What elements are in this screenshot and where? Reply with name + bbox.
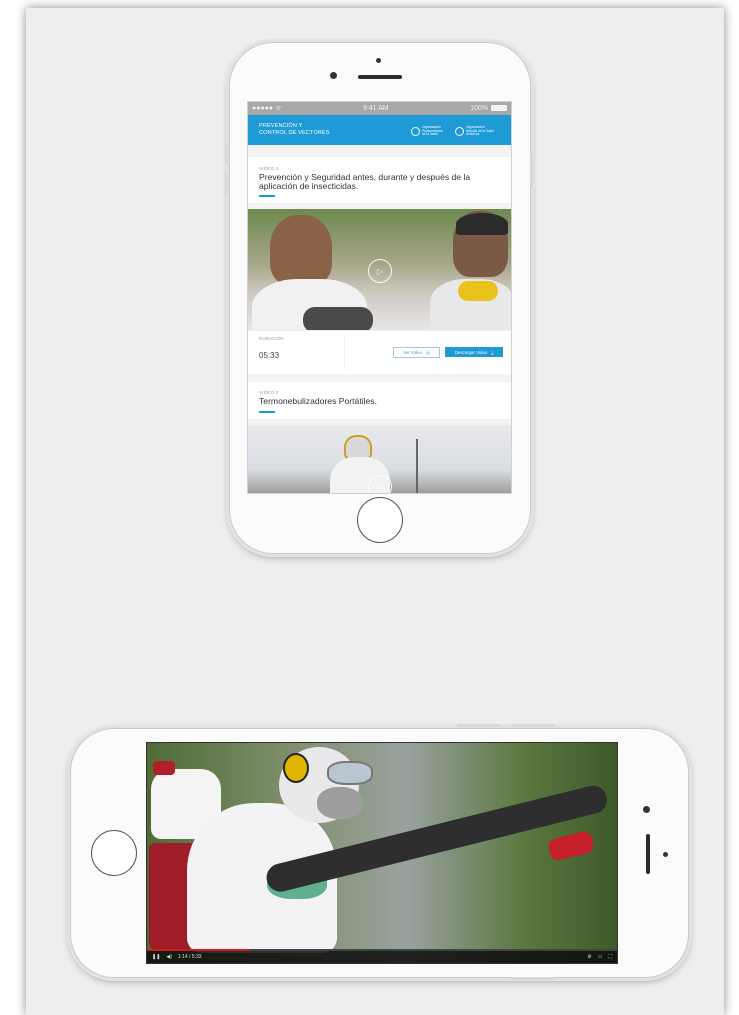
play-icon[interactable]: ▷: [368, 474, 392, 493]
play-icon[interactable]: ▷: [368, 259, 392, 284]
settings-icon[interactable]: ⚙: [587, 954, 591, 960]
volume-down-button: [225, 173, 228, 195]
tank-cap: [153, 761, 175, 775]
battery-indicator: 100%: [470, 105, 507, 112]
power-button: [530, 153, 533, 189]
duration-value: 05:33: [259, 351, 280, 361]
power-button: [511, 977, 555, 980]
video-title: Termonebulizadores Portátiles.: [259, 396, 377, 407]
video-card-2: VIDEO 2 Termonebulizadores Portátiles.: [248, 382, 511, 419]
goggles: [327, 761, 373, 785]
street-lamp: [416, 438, 418, 493]
video-thumbnail-2[interactable]: ▷: [248, 424, 511, 493]
proximity-sensor: [663, 852, 668, 857]
cc-icon[interactable]: ▭: [598, 954, 603, 960]
volume-down-button: [511, 724, 555, 727]
earpiece-speaker: [358, 75, 402, 79]
ear-protector: [283, 753, 309, 783]
earpiece-speaker: [646, 834, 650, 874]
video-title: Prevención y Seguridad antes, durante y …: [259, 172, 471, 192]
ear-protector: [458, 281, 498, 302]
fogger-nozzle: [546, 830, 596, 862]
meta-divider: [344, 337, 345, 370]
video-card-1: VIDEO 1 Prevención y Seguridad antes, du…: [248, 157, 511, 204]
proximity-sensor: [376, 58, 381, 63]
video-eyebrow: VIDEO 1: [259, 166, 279, 171]
player-time: 1:14 / 5:33: [177, 954, 202, 960]
player-controls: ❚❚ ◀) 1:14 / 5:33 ⚙ ▭ ⛶: [147, 951, 617, 963]
front-camera: [643, 806, 650, 813]
signal-indicator: ●●●●● ᯤ: [252, 105, 282, 112]
portrait-screen: ●●●●● ᯤ 9:41 AM 100% PREVENCIÓN Y CONTRO…: [247, 101, 512, 494]
oms-logo: Organización Mundial de la Salud América…: [455, 125, 494, 137]
home-button[interactable]: [357, 497, 403, 543]
volume-icon[interactable]: ◀): [166, 954, 172, 960]
home-button[interactable]: [91, 830, 137, 876]
respirator: [317, 787, 363, 819]
video-eyebrow: VIDEO 2: [259, 390, 279, 396]
download-video-button[interactable]: Descargar Video ⤓: [445, 347, 503, 358]
video-player[interactable]: ❚❚ ◀) 1:14 / 5:33 ⚙ ▭ ⛶: [146, 742, 618, 964]
worker-face-left: [270, 215, 332, 286]
ops-globe-icon: [411, 126, 420, 136]
portrait-phone: ●●●●● ᯤ 9:41 AM 100% PREVENCIÓN Y CONTRO…: [225, 42, 533, 554]
status-bar: ●●●●● ᯤ 9:41 AM 100%: [248, 102, 511, 115]
app-header: PREVENCIÓN Y CONTROL DE VECTORES Organiz…: [248, 115, 511, 145]
front-camera: [330, 72, 337, 79]
view-video-button[interactable]: Ver Video ◎: [393, 347, 440, 359]
download-icon: ⤓: [491, 349, 494, 355]
status-time: 9:41 AM: [362, 105, 389, 112]
fullscreen-icon[interactable]: ⛶: [608, 954, 612, 960]
video-meta-1: DURACIÓN 05:33 Ver Video ◎ Descargar Vid…: [248, 330, 511, 375]
ops-logo: Organización Panamericana de la Salud: [411, 125, 443, 137]
volume-up-button: [457, 724, 501, 727]
duration-label: DURACIÓN: [259, 336, 284, 342]
landscape-phone: ❚❚ ◀) 1:14 / 5:33 ⚙ ▭ ⛶: [70, 724, 689, 980]
oms-globe-icon: [455, 126, 464, 136]
pause-icon[interactable]: ❚❚: [152, 954, 160, 960]
title-underline: [259, 410, 275, 413]
worker-hair-right: [456, 213, 508, 236]
app-title: PREVENCIÓN Y CONTROL DE VECTORES: [259, 123, 330, 136]
video-thumbnail-1[interactable]: ▷: [248, 209, 511, 331]
title-underline: [259, 195, 275, 198]
respirator-left: [303, 307, 373, 331]
battery-icon: [490, 105, 507, 112]
eye-icon: ◎: [426, 349, 430, 355]
volume-up-button: [225, 143, 228, 165]
